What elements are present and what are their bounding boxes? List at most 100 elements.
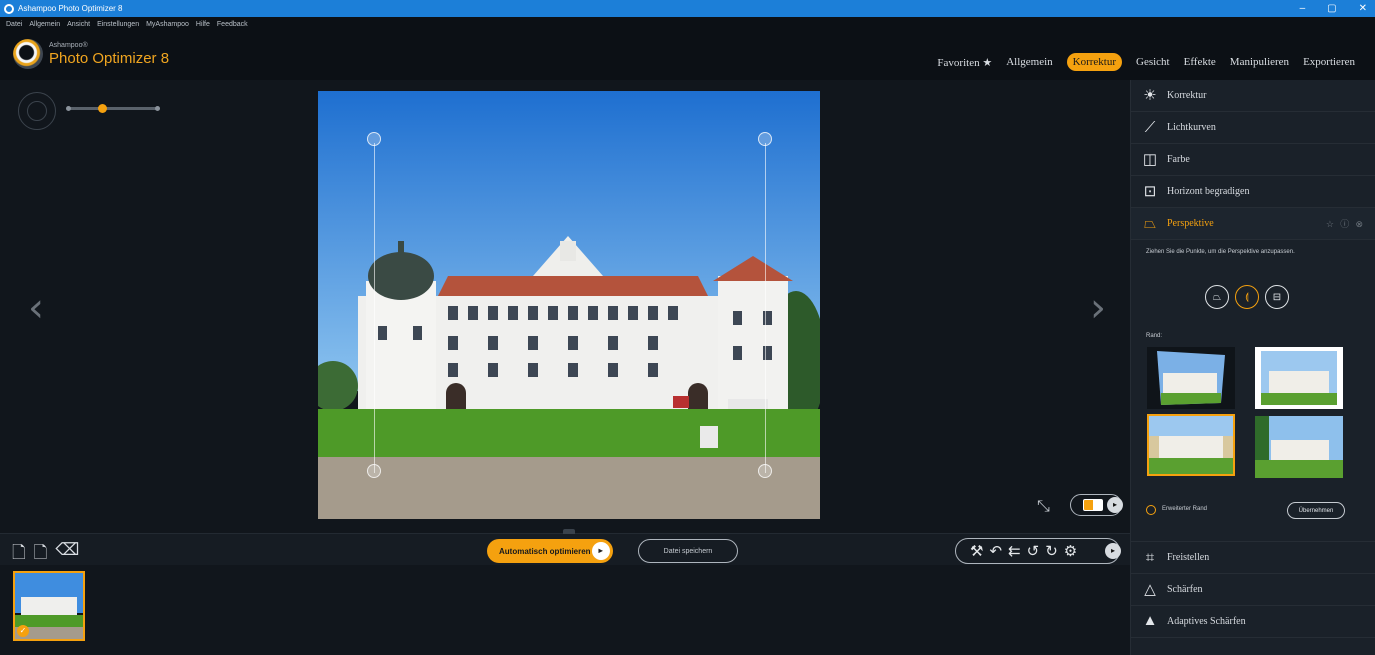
logo: Ashampoo® Photo Optimizer 8 [13, 39, 169, 69]
panel-item-adaptives-schaerfen[interactable]: ▲ Adaptives Schärfen [1131, 606, 1375, 638]
color-icon: ◫ [1142, 152, 1158, 168]
header: Ashampoo® Photo Optimizer 8 Favoriten ★ … [0, 31, 1375, 80]
close-button[interactable]: ✕ [1359, 3, 1367, 14]
filmstrip-thumbnail[interactable]: ✓ [13, 571, 85, 641]
filmstrip-toggle-handle[interactable] [563, 529, 575, 534]
magic-wand-icon[interactable]: ⚒ [970, 542, 983, 560]
panel-item-farbe[interactable]: ◫ Farbe [1131, 144, 1375, 176]
rotate-left-icon[interactable]: ↺ [1027, 542, 1040, 560]
crop-icon: ⌗ [1145, 549, 1155, 566]
zoom-out-marker [66, 106, 71, 111]
extended-border-label: Erweiterter Rand [1162, 506, 1208, 512]
auto-optimize-label: Automatisch optimieren [499, 546, 591, 556]
panel-item-label: Adaptives Schärfen [1167, 616, 1246, 627]
panel-item-label: Horizont begradigen [1167, 186, 1250, 197]
adaptive-sharpen-icon: ▲ [1142, 613, 1158, 629]
apply-button[interactable]: Übernehmen [1287, 502, 1345, 519]
perspective-handle-top-left[interactable] [367, 132, 381, 146]
castle-photo [318, 91, 820, 519]
view-options-arrow-icon[interactable]: ▸ [1107, 497, 1123, 513]
main-tabs: Favoriten ★ Allgemein Korrektur Gesicht … [937, 53, 1355, 71]
before-after-toggle[interactable]: ▸ [1070, 494, 1123, 516]
save-file-button[interactable]: Datei speichern [638, 539, 738, 563]
panel-item-perspektive[interactable]: ⏢ Perspektive ☆ ⓘ ⊗ [1131, 208, 1375, 240]
tab-gesicht[interactable]: Gesicht [1136, 56, 1170, 68]
panel-item-label: Perspektive [1167, 218, 1214, 229]
window-controls: – ▢ ✕ [1300, 0, 1367, 17]
tab-allgemein[interactable]: Allgemein [1006, 56, 1052, 68]
tab-korrektur[interactable]: Korrektur [1066, 53, 1123, 71]
maximize-button[interactable]: ▢ [1327, 3, 1336, 14]
favorite-info-reset-icons[interactable]: ☆ ⓘ ⊗ [1326, 217, 1365, 230]
panel-item-label: Freistellen [1167, 552, 1210, 563]
panel-item-freistellen[interactable]: ⌗ Freistellen [1131, 542, 1375, 574]
border-option-1[interactable] [1147, 347, 1235, 409]
menu-bar: Datei Allgemein Ansicht Einstellungen My… [0, 17, 1375, 31]
tab-effekte[interactable]: Effekte [1184, 56, 1216, 68]
menu-myashampoo[interactable]: MyAshampoo [146, 21, 189, 28]
edit-tools-group: ⚒ ↶ ⇇ ↺ ↻ ⚙ ▸ [955, 538, 1121, 564]
rotate-right-icon[interactable]: ↻ [1045, 542, 1058, 560]
tab-manipulieren[interactable]: Manipulieren [1230, 56, 1289, 68]
pan-navigator[interactable] [18, 92, 56, 130]
panel-item-lichtkurven[interactable]: ⟋ Lichtkurven [1131, 112, 1375, 144]
tools-more-arrow-icon[interactable]: ▸ [1105, 543, 1121, 559]
perspective-options: Ziehen Sie die Punkte, um die Perspektiv… [1131, 240, 1375, 542]
app-window: Ashampoo Photo Optimizer 8 – ▢ ✕ Datei A… [0, 0, 1375, 655]
tab-favoriten[interactable]: Favoriten ★ [937, 56, 992, 69]
zoom-slider-thumb[interactable] [98, 104, 108, 113]
border-option-3[interactable] [1147, 414, 1235, 476]
zoom-slider[interactable] [66, 104, 160, 113]
fit-to-window-icon[interactable]: ⤡ [1037, 498, 1050, 516]
perspective-guide-right [765, 143, 766, 473]
panel-item-schaerfen[interactable]: △ Schärfen [1131, 574, 1375, 606]
undo-icon[interactable]: ↶ [989, 542, 1002, 560]
horizon-icon: ⊡ [1143, 184, 1157, 200]
next-image-arrow-icon[interactable]: › [1090, 285, 1106, 331]
menu-feedback[interactable]: Feedback [217, 21, 248, 28]
border-preview [1255, 416, 1343, 478]
panel-item-label: Lichtkurven [1167, 122, 1216, 133]
menu-hilfe[interactable]: Hilfe [196, 21, 210, 28]
photo-preview[interactable] [318, 91, 820, 519]
minimize-button[interactable]: – [1300, 3, 1306, 14]
panel-item-korrektur[interactable]: ☀ Korrektur [1131, 80, 1375, 112]
menu-einstellungen[interactable]: Einstellungen [97, 21, 139, 28]
panel-item-horizont[interactable]: ⊡ Horizont begradigen [1131, 176, 1375, 208]
border-option-2[interactable] [1255, 347, 1343, 409]
perspective-icon: ⏢ [1143, 215, 1156, 232]
previous-image-arrow-icon[interactable]: ‹ [28, 285, 44, 331]
menu-allgemein[interactable]: Allgemein [29, 21, 60, 28]
filmstrip: ✓ [0, 565, 1130, 655]
curve-icon: ⟋ [1144, 119, 1156, 136]
auto-optimize-options-icon[interactable]: ▸ [591, 542, 610, 560]
panel-item-label: Farbe [1167, 154, 1190, 165]
perspective-trapezoid-icon[interactable]: ⏢ [1205, 285, 1229, 309]
logo-product: Photo Optimizer 8 [49, 49, 170, 67]
panel-item-label: Schärfen [1167, 584, 1203, 595]
menu-ansicht[interactable]: Ansicht [67, 21, 90, 28]
border-preview [1147, 347, 1235, 409]
sun-icon: ☀ [1143, 88, 1157, 104]
app-icon [4, 3, 14, 14]
perspective-handle-top-right[interactable] [758, 132, 772, 146]
tool-panel: ☀ Korrektur ⟋ Lichtkurven ◫ Farbe ⊡ Hori… [1130, 80, 1375, 655]
border-option-4[interactable] [1255, 416, 1343, 478]
perspective-description: Ziehen Sie die Punkte, um die Perspektiv… [1146, 249, 1295, 255]
perspective-handle-bottom-right[interactable] [758, 464, 772, 478]
perspective-horizontal-icon[interactable]: ⊟ [1265, 285, 1289, 309]
perspective-vertical-icon[interactable]: ⟬ [1235, 285, 1259, 309]
undo-all-icon[interactable]: ⇇ [1008, 542, 1021, 560]
settings-gear-icon[interactable]: ⚙ [1064, 542, 1077, 560]
border-preview [1149, 416, 1233, 474]
split-view-icon [1083, 499, 1103, 511]
pan-navigator-center[interactable] [27, 101, 47, 121]
tab-exportieren[interactable]: Exportieren [1303, 56, 1355, 68]
auto-optimize-button[interactable]: Automatisch optimieren ▸ [487, 539, 613, 563]
logo-icon [13, 39, 43, 69]
zoom-in-marker [155, 106, 160, 111]
extended-border-radio[interactable] [1146, 505, 1156, 515]
selected-check-icon[interactable]: ✓ [17, 625, 29, 637]
perspective-handle-bottom-left[interactable] [367, 464, 381, 478]
menu-datei[interactable]: Datei [6, 21, 22, 28]
